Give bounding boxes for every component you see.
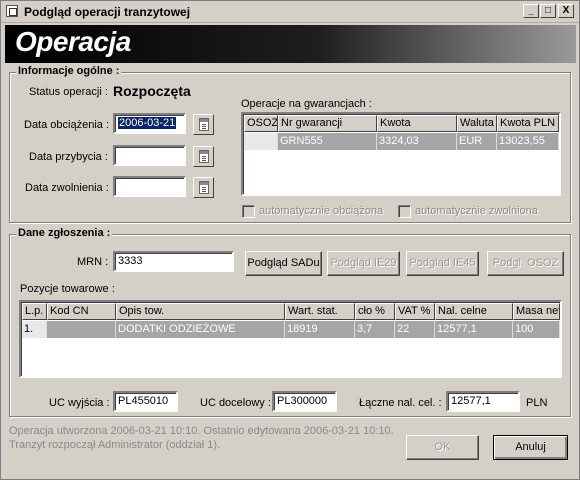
guarantee-cell-kwota-pln: 13023,55 <box>497 133 559 150</box>
guarantee-col-kwota[interactable]: Kwota <box>377 115 457 132</box>
item-col-opis[interactable]: Opis tow. <box>116 303 285 320</box>
cancel-button[interactable]: Anuluj <box>493 435 568 460</box>
podglad-ie45-button[interactable]: Podgląd IE45 <box>406 251 479 276</box>
item-col-masa[interactable]: Masa nett <box>513 303 560 320</box>
currency-label: PLN <box>526 397 548 409</box>
mrn-label: MRN : <box>77 256 109 268</box>
item-col-clo[interactable]: cło % <box>355 303 395 320</box>
status-value: Rozpoczęta <box>113 83 191 99</box>
ok-button[interactable]: OK <box>406 435 479 460</box>
item-col-kod-cn[interactable]: Kod CN <box>47 303 116 320</box>
guarantees-grid[interactable]: OSOZ Nr gwarancji Kwota Waluta Kwota PLN… <box>241 112 561 196</box>
calendar-icon <box>199 181 209 194</box>
banner-title: Operacja <box>15 26 131 57</box>
data-zwolnienia-field[interactable] <box>113 176 186 197</box>
guarantee-cell-kwota: 3324,03 <box>377 133 457 150</box>
app-window-icon <box>6 5 18 17</box>
uc-docelowy-field[interactable]: PL300000 <box>272 391 337 412</box>
data-obciazenia-calendar-button[interactable] <box>193 114 214 135</box>
uc-wyjscia-field[interactable]: PL455010 <box>113 391 178 412</box>
header-banner: Operacja <box>5 25 576 63</box>
footer-created-text: Operacja utworzona 2006-03-21 10:10. Ost… <box>9 425 394 437</box>
guarantee-cell-nr: GRN555 <box>278 133 377 150</box>
podglad-ie29-button[interactable]: Podgląd IE29 <box>327 251 400 276</box>
guarantee-cell-waluta: EUR <box>457 133 497 150</box>
minimize-button[interactable]: _ <box>523 4 539 18</box>
item-col-vat[interactable]: VAT % <box>395 303 435 320</box>
auto-zwolniona-label: automatycznie zwolniona <box>415 205 538 217</box>
close-button[interactable]: X <box>558 4 574 18</box>
data-obciazenia-field[interactable]: 2006-03-21 <box>113 113 186 134</box>
general-info-label: Informacje ogólne : <box>16 65 122 77</box>
data-zwolnienia-label: Data zwolnienia : <box>25 182 109 194</box>
auto-obciazona-checkbox[interactable] <box>242 205 255 218</box>
guarantee-col-nr[interactable]: Nr gwarancji <box>278 115 377 132</box>
uc-docelowy-label: UC docelowy : <box>200 397 271 409</box>
podgl-osoz-button[interactable]: Podgl. OSOZ <box>487 251 564 276</box>
data-zwolnienia-calendar-button[interactable] <box>193 177 214 198</box>
mrn-field[interactable]: 3333 <box>113 251 234 272</box>
window-title: Podgląd operacji tranzytowej <box>24 5 191 19</box>
data-przybycia-field[interactable] <box>113 145 186 166</box>
item-col-lp[interactable]: L.p. <box>22 303 47 320</box>
item-cell-lp: 1. <box>22 321 47 338</box>
item-cell-masa: 100 <box>513 321 560 338</box>
laczne-label: Łączne nal. cel. : <box>359 397 442 409</box>
items-label: Pozycje towarowe : <box>20 283 115 295</box>
item-cell-wart: 18919 <box>285 321 355 338</box>
calendar-icon <box>199 118 209 131</box>
guarantees-label: Operacje na gwarancjach : <box>241 98 372 110</box>
auto-zwolniona-checkbox[interactable] <box>398 205 411 218</box>
status-label: Status operacji : <box>29 86 108 98</box>
item-cell-clo: 3,7 <box>355 321 395 338</box>
item-cell-vat: 22 <box>395 321 435 338</box>
guarantee-cell-osoz <box>244 133 278 150</box>
items-grid[interactable]: L.p. Kod CN Opis tow. Wart. stat. cło % … <box>19 300 562 378</box>
auto-obciazona-label: automatycznie obciążona <box>259 205 384 217</box>
data-przybycia-calendar-button[interactable] <box>193 146 214 167</box>
footer-started-text: Tranzyt rozpoczął Administrator (oddział… <box>9 439 221 451</box>
item-cell-nal: 12577,1 <box>435 321 513 338</box>
data-obciazenia-value: 2006-03-21 <box>118 117 177 129</box>
guarantee-col-waluta[interactable]: Waluta <box>457 115 497 132</box>
guarantee-col-kwota-pln[interactable]: Kwota PLN <box>497 115 559 132</box>
title-bar: Podgląd operacji tranzytowej _ □ X <box>1 1 579 23</box>
maximize-button[interactable]: □ <box>540 4 556 18</box>
laczne-field[interactable]: 12577,1 <box>446 391 520 412</box>
uc-wyjscia-label: UC wyjścia : <box>49 397 110 409</box>
guarantee-col-osoz[interactable]: OSOZ <box>244 115 278 132</box>
data-obciazenia-label: Data obciążenia : <box>24 119 109 131</box>
item-col-wart[interactable]: Wart. stat. <box>285 303 355 320</box>
podglad-sadu-button[interactable]: Podgląd SADu <box>245 251 322 276</box>
transit-operation-window: Podgląd operacji tranzytowej _ □ X Opera… <box>0 0 580 480</box>
item-col-nal[interactable]: Nal. celne <box>435 303 513 320</box>
calendar-icon <box>199 150 209 163</box>
declaration-label: Dane zgłoszenia : <box>16 227 113 239</box>
item-cell-opis: DODATKI ODZIEŻOWE <box>116 321 285 338</box>
data-przybycia-label: Data przybycia : <box>29 151 108 163</box>
item-cell-kod-cn <box>47 321 116 338</box>
